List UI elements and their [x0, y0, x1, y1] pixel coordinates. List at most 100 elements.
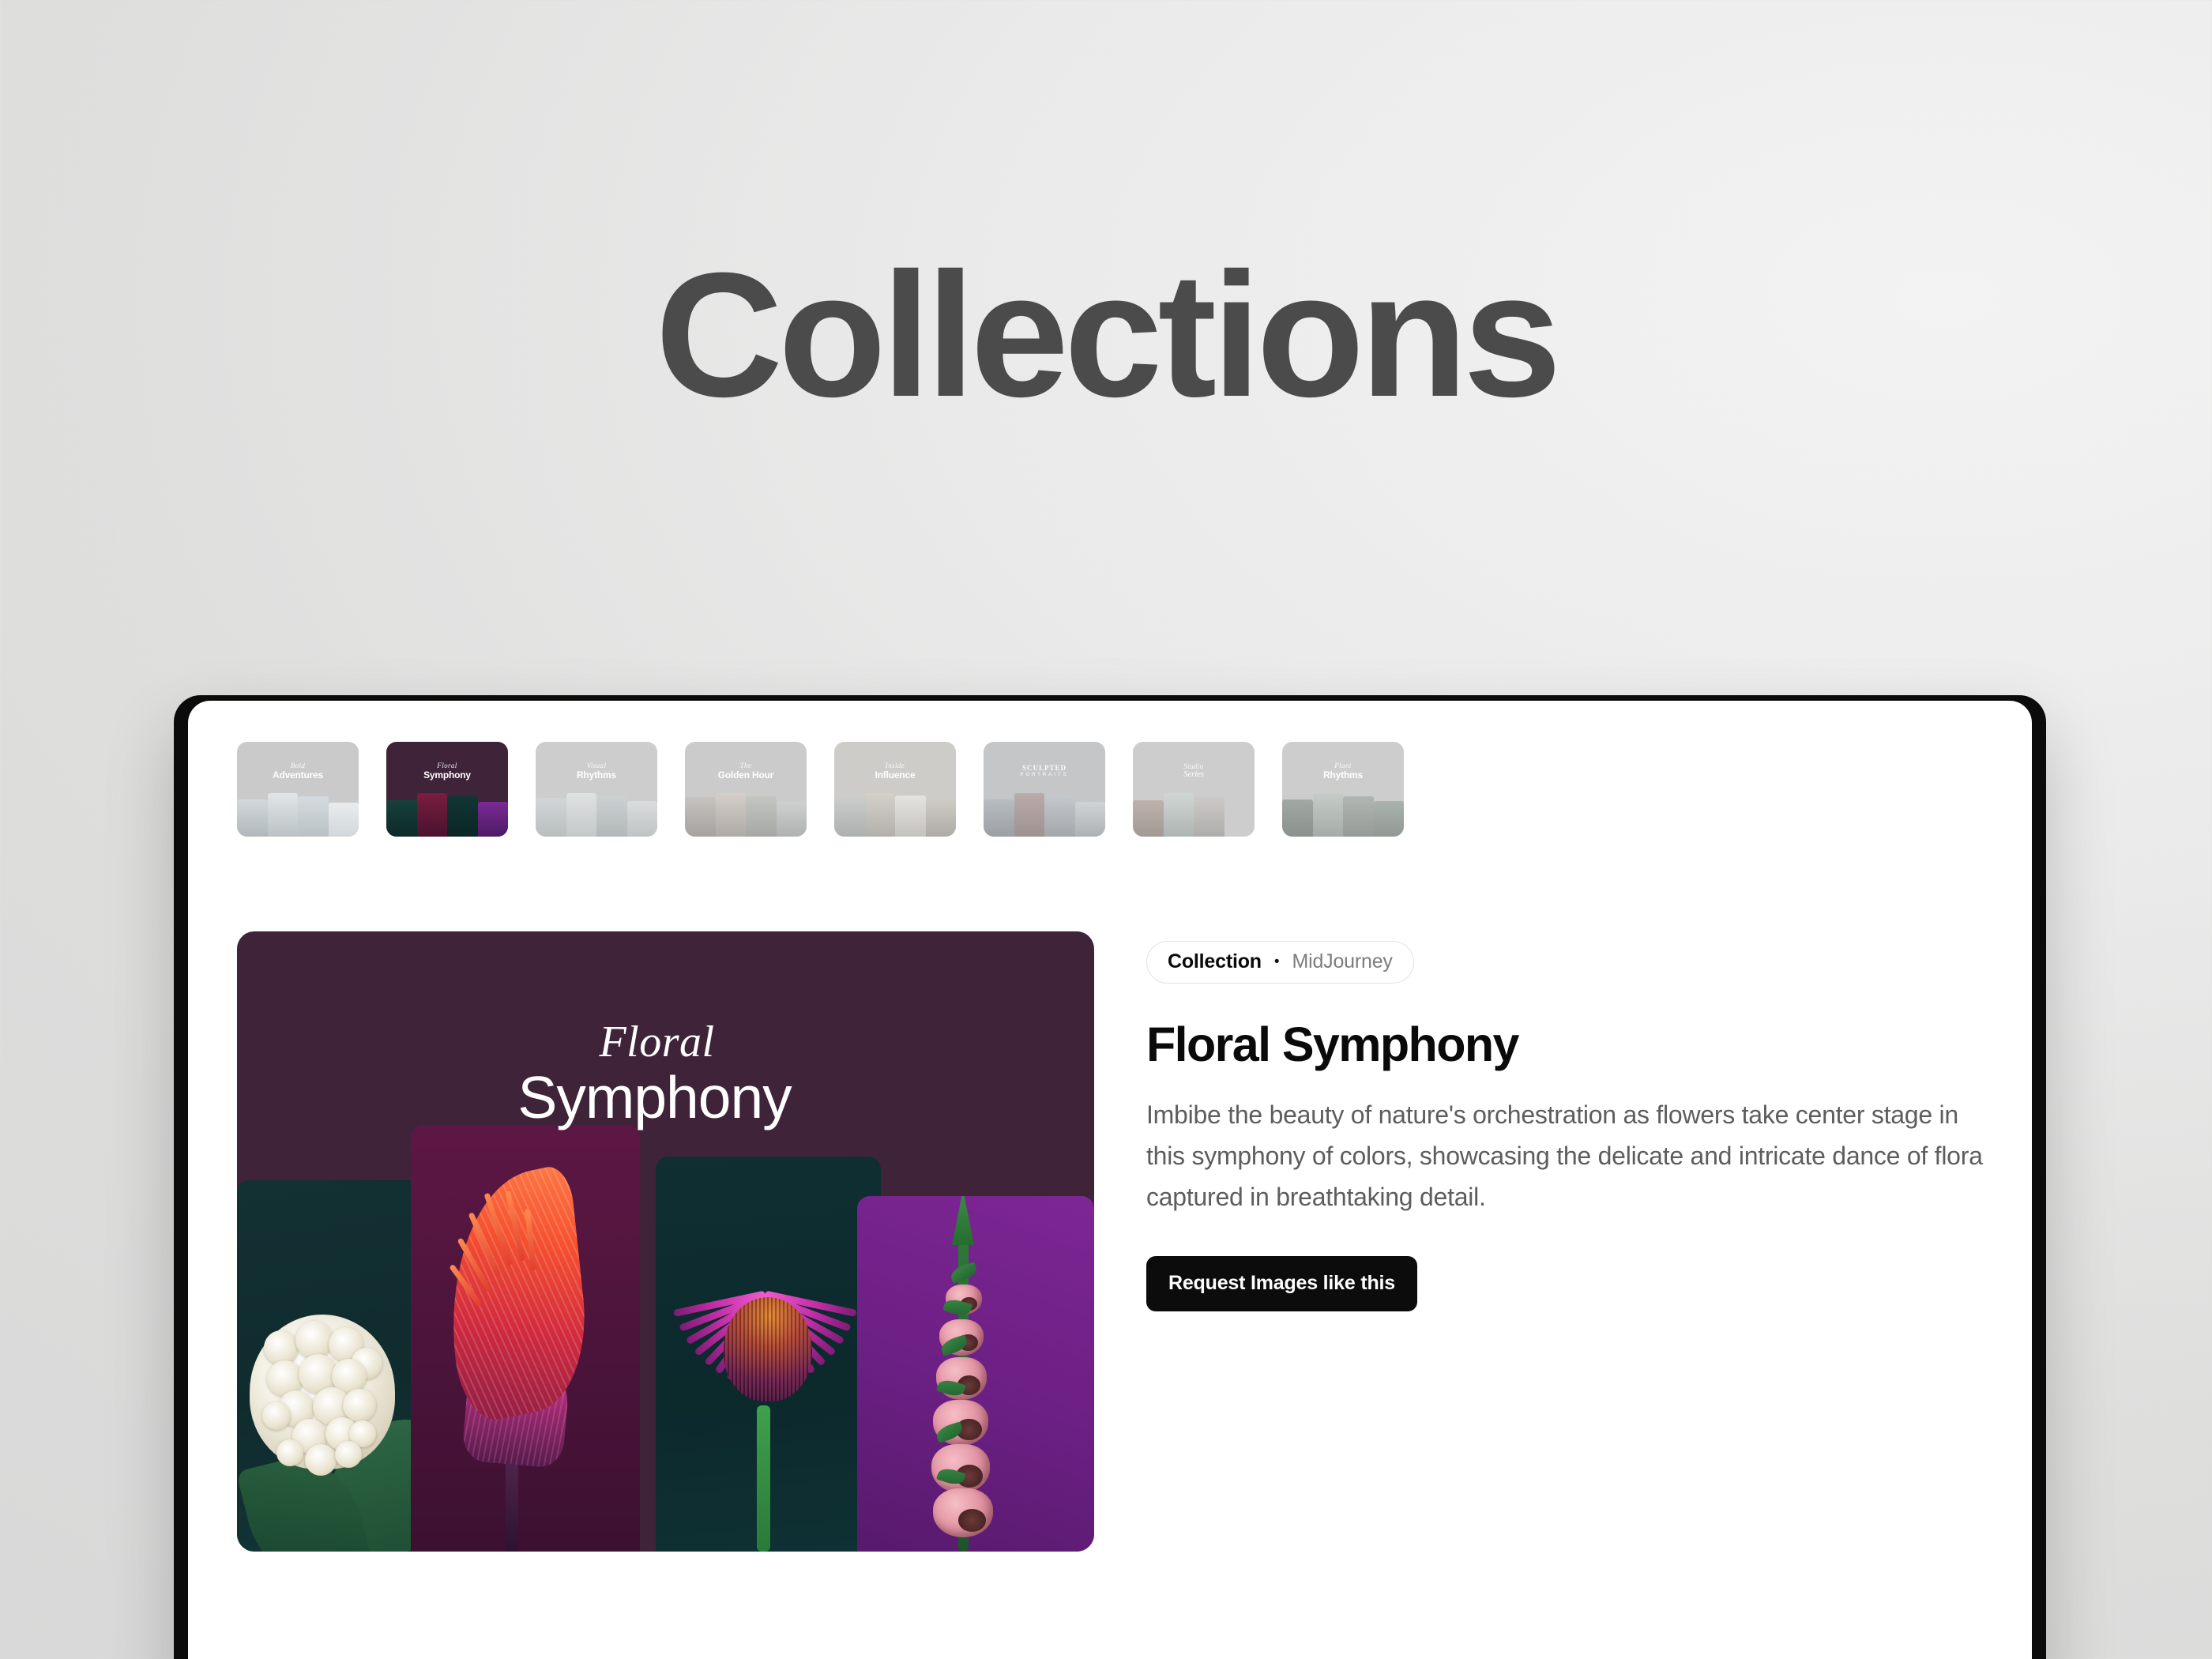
collection-description: Imbibe the beauty of nature's orchestrat…: [1146, 1100, 1983, 1211]
thumbnail-line1: Inside: [885, 762, 905, 770]
collection-info-panel: Collection • MidJourney Floral Symphony …: [1146, 931, 2032, 1552]
thumbnail-caption: SCULPTED PORTRAITS: [984, 742, 1105, 800]
thumbnail-tile: [626, 800, 657, 837]
cone-center: [724, 1297, 812, 1401]
thumbnail-line2: Golden Hour: [717, 769, 774, 781]
hero-image-echinacea: [656, 1157, 881, 1552]
thumbnail-tile: [746, 796, 777, 837]
thumbnail-image-row: [685, 792, 807, 837]
thumbnail-line1: Studio: [1183, 762, 1204, 770]
badge-source-label: MidJourney: [1292, 950, 1393, 972]
thumbnail-tile: [386, 799, 417, 837]
thumbnail-floral-symphony[interactable]: Floral Symphony: [386, 742, 508, 837]
thumbnail-tile: [895, 796, 926, 837]
thumbnail-line1: Visual: [586, 762, 607, 770]
thumbnail-tile: [1133, 799, 1164, 837]
thumbnail-tile: [1373, 800, 1404, 837]
hero-title: Floral Symphony: [237, 1020, 1094, 1130]
thumbnail-golden-hour[interactable]: The Golden Hour: [685, 742, 807, 837]
thumbnail-tile: [237, 799, 268, 837]
hydrangea-bloom: [250, 1315, 395, 1476]
hero-title-main: Symphony: [517, 1064, 792, 1130]
thumbnail-image-row: [386, 792, 508, 837]
thumbnail-caption: Inside Influence: [834, 742, 956, 800]
thumbnail-tile: [1194, 796, 1224, 837]
thumbnail-line2: Rhythms: [577, 769, 616, 781]
thumbnail-tile: [1312, 792, 1343, 837]
thumbnail-tile: [776, 801, 807, 837]
thumbnail-image-row: [984, 792, 1105, 837]
thumbnail-line2: Rhythms: [1323, 769, 1363, 781]
hero-image-red-feather-flower: [411, 1125, 640, 1552]
thumbnail-tile: [596, 796, 627, 837]
thumbnail-line2: Symphony: [423, 769, 471, 781]
thumbnail-tile: [715, 792, 746, 837]
thumbnail-caption: Floral Symphony: [386, 742, 508, 800]
thumbnail-tile: [1163, 792, 1194, 837]
badge-separator-dot: •: [1273, 954, 1280, 970]
thumbnail-image-row: [237, 792, 359, 837]
thumbnail-visual-rhythms[interactable]: Visual Rhythms: [536, 742, 657, 837]
thumbnail-tile: [1224, 802, 1255, 837]
thumbnail-tile: [1343, 796, 1374, 837]
thumbnail-sculpted-portraits[interactable]: SCULPTED PORTRAITS: [984, 742, 1105, 837]
page-title: Collections: [655, 236, 1561, 434]
thumbnail-caption: Studio Series: [1133, 742, 1255, 800]
thumbnail-inside-influence[interactable]: Inside Influence: [834, 742, 956, 837]
thumbnail-line2: Series: [1183, 769, 1204, 780]
thumbnail-line1: Bold: [290, 762, 306, 770]
collection-thumbnail-strip[interactable]: Bold Adventures Floral Symphony Visual R…: [220, 742, 2032, 837]
foxglove-bell: [933, 1488, 993, 1537]
thumbnail-tile: [298, 796, 329, 837]
thumbnail-bold-adventures[interactable]: Bold Adventures: [237, 742, 359, 837]
thumbnail-tile: [1014, 792, 1044, 837]
thumbnail-tile: [328, 802, 359, 837]
thumbnail-tile: [984, 799, 1014, 837]
thumbnail-line2: Adventures: [272, 769, 324, 781]
thumbnail-line2: Influence: [875, 769, 916, 781]
browser-window-frame: Bold Adventures Floral Symphony Visual R…: [174, 695, 2046, 1659]
hero-image-stack: [237, 1125, 1094, 1552]
browser-viewport: Bold Adventures Floral Symphony Visual R…: [188, 701, 2032, 1659]
thumbnail-tile: [1282, 799, 1313, 837]
foxglove-bell: [931, 1444, 990, 1493]
thumbnail-line1: The: [739, 762, 752, 770]
collection-hero-card[interactable]: Floral Symphony: [237, 931, 1094, 1552]
thumbnail-image-row: [1133, 792, 1255, 837]
thumbnail-tile: [536, 798, 566, 837]
thumbnail-caption: Bold Adventures: [237, 742, 359, 800]
thumbnail-line2: PORTRAITS: [1020, 772, 1069, 777]
thumbnail-studio-series[interactable]: Studio Series: [1133, 742, 1255, 837]
thumbnail-plant-rhythms[interactable]: Plant Rhythms: [1282, 742, 1404, 837]
collection-detail: Floral Symphony Collection • MidJourney …: [220, 931, 2032, 1552]
thumbnail-tile: [477, 801, 508, 837]
thumbnail-tile: [416, 792, 447, 837]
thumbnail-tile: [1044, 796, 1075, 837]
request-images-button[interactable]: Request Images like this: [1146, 1255, 1417, 1311]
thumbnail-line1: Plant: [1334, 762, 1352, 770]
feather-plume: [438, 1162, 594, 1428]
stem-tip: [952, 1196, 974, 1245]
thumbnail-tile: [864, 792, 895, 837]
thumbnail-tile: [1074, 801, 1105, 837]
thumbnail-image-row: [1282, 792, 1404, 837]
thumbnail-line1: SCULPTED: [1021, 764, 1066, 773]
thumbnail-tile: [925, 799, 956, 837]
collection-title: Floral Symphony: [1146, 1018, 1519, 1071]
hero-image-foxglove: [857, 1196, 1094, 1552]
badge-type-label: Collection: [1168, 950, 1262, 972]
thumbnail-tile: [834, 798, 865, 837]
thumbnail-caption: The Golden Hour: [685, 742, 807, 800]
thumbnail-caption: Visual Rhythms: [536, 742, 657, 800]
thumbnail-tile: [566, 792, 596, 837]
thumbnail-tile: [685, 797, 716, 837]
status-badge[interactable]: Collection • MidJourney: [1146, 941, 1414, 984]
thumbnail-image-row: [834, 792, 956, 837]
thumbnail-caption: Plant Rhythms: [1282, 742, 1404, 800]
thumbnail-tile: [267, 792, 298, 837]
thumbnail-tile: [447, 796, 478, 837]
hero-title-script: Floral: [599, 1018, 715, 1066]
collections-app: Bold Adventures Floral Symphony Visual R…: [188, 701, 2032, 1659]
thumbnail-image-row: [536, 792, 657, 837]
thumbnail-line1: Floral: [437, 762, 457, 770]
